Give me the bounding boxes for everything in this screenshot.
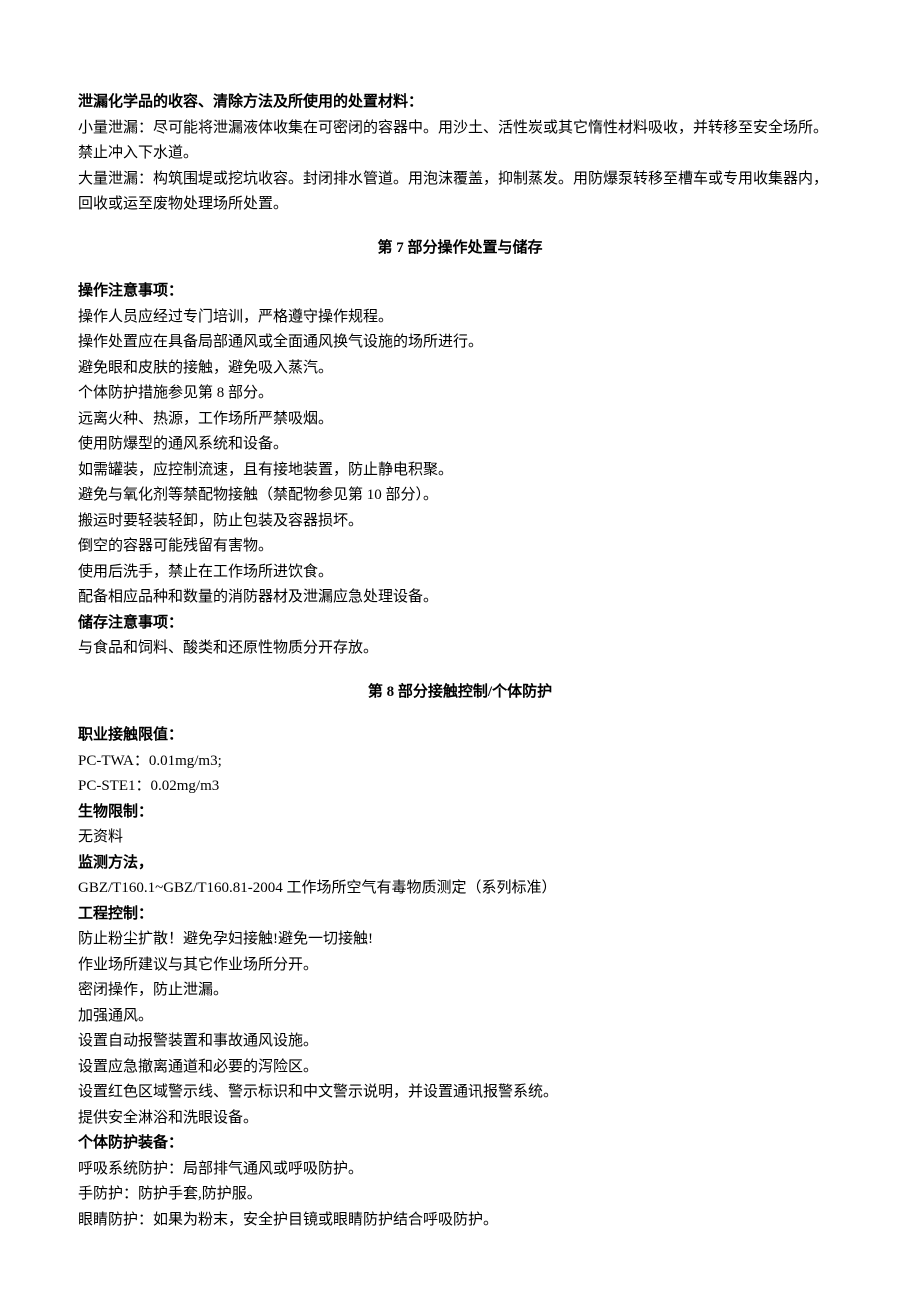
- op-item-7: 避免与氧化剂等禁配物接触（禁配物参见第 10 部分）。: [78, 483, 842, 509]
- oel-heading: 职业接触限值：: [78, 723, 842, 749]
- monitoring-method-value: GBZ/T160.1~GBZ/T160.81-2004 工作场所空气有毒物质测定…: [78, 876, 842, 902]
- storage-precautions-heading: 储存注意事项：: [78, 611, 842, 637]
- storage-item-0: 与食品和饲料、酸类和还原性物质分开存放。: [78, 636, 842, 662]
- eng-item-7: 提供安全淋浴和洗眼设备。: [78, 1106, 842, 1132]
- ppe-item-1: 手防护：防护手套,防护服。: [78, 1182, 842, 1208]
- monitoring-method-heading: 监测方法，: [78, 851, 842, 877]
- ppe-heading: 个体防护装备：: [78, 1131, 842, 1157]
- op-item-6: 如需罐装，应控制流速，且有接地装置，防止静电积聚。: [78, 458, 842, 484]
- spill-large: 大量泄漏：构筑围堤或挖坑收容。封闭排水管道。用泡沫覆盖，抑制蒸发。用防爆泵转移至…: [78, 167, 842, 218]
- spill-methods-heading: 泄漏化学品的收容、清除方法及所使用的处置材料：: [78, 90, 842, 116]
- op-item-4: 远离火种、热源，工作场所严禁吸烟。: [78, 407, 842, 433]
- op-item-8: 搬运时要轻装轻卸，防止包装及容器损坏。: [78, 509, 842, 535]
- operation-precautions-heading: 操作注意事项：: [78, 279, 842, 305]
- oel-twa: PC-TWA：0.01mg/m3;: [78, 749, 842, 775]
- section-7-header: 第 7 部分操作处置与储存: [78, 236, 842, 262]
- eng-item-1: 作业场所建议与其它作业场所分开。: [78, 953, 842, 979]
- ppe-item-2: 眼睛防护：如果为粉末，安全护目镜或眼睛防护结合呼吸防护。: [78, 1208, 842, 1234]
- op-item-0: 操作人员应经过专门培训，严格遵守操作规程。: [78, 305, 842, 331]
- eng-item-0: 防止粉尘扩散！避免孕妇接触!避免一切接触!: [78, 927, 842, 953]
- eng-item-5: 设置应急撤离通道和必要的泻险区。: [78, 1055, 842, 1081]
- op-item-1: 操作处置应在具备局部通风或全面通风换气设施的场所进行。: [78, 330, 842, 356]
- op-item-11: 配备相应品种和数量的消防器材及泄漏应急处理设备。: [78, 585, 842, 611]
- op-item-2: 避免眼和皮肤的接触，避免吸入蒸汽。: [78, 356, 842, 382]
- biological-limit-heading: 生物限制：: [78, 800, 842, 826]
- op-item-3: 个体防护措施参见第 8 部分。: [78, 381, 842, 407]
- eng-item-3: 加强通风。: [78, 1004, 842, 1030]
- ppe-item-0: 呼吸系统防护：局部排气通风或呼吸防护。: [78, 1157, 842, 1183]
- eng-item-2: 密闭操作，防止泄漏。: [78, 978, 842, 1004]
- op-item-5: 使用防爆型的通风系统和设备。: [78, 432, 842, 458]
- eng-item-6: 设置红色区域警示线、警示标识和中文警示说明，并设置通讯报警系统。: [78, 1080, 842, 1106]
- biological-limit-value: 无资料: [78, 825, 842, 851]
- oel-stel: PC-STE1：0.02mg/m3: [78, 774, 842, 800]
- op-item-10: 使用后洗手，禁止在工作场所进饮食。: [78, 560, 842, 586]
- engineering-control-heading: 工程控制：: [78, 902, 842, 928]
- eng-item-4: 设置自动报警装置和事故通风设施。: [78, 1029, 842, 1055]
- spill-small: 小量泄漏：尽可能将泄漏液体收集在可密闭的容器中。用沙土、活性炭或其它惰性材料吸收…: [78, 116, 842, 167]
- section-8-header: 第 8 部分接触控制/个体防护: [78, 680, 842, 706]
- op-item-9: 倒空的容器可能残留有害物。: [78, 534, 842, 560]
